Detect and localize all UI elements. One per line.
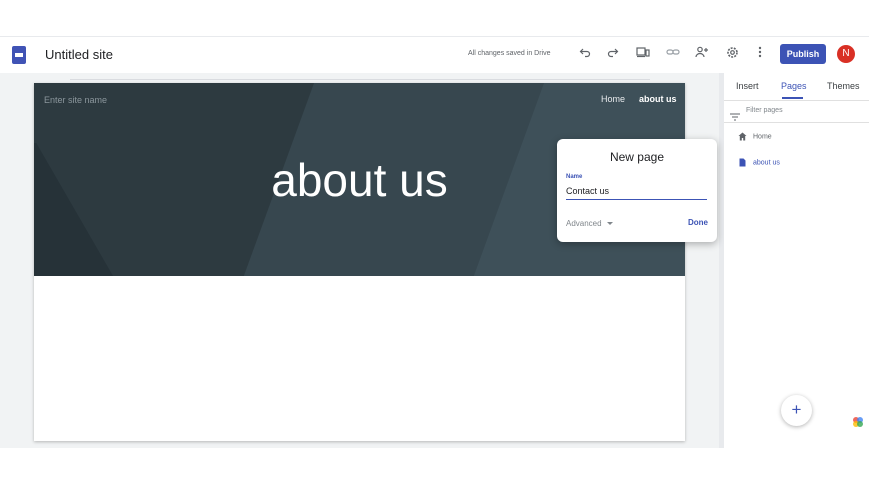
- page-item-label: Home: [753, 133, 772, 141]
- tab-themes[interactable]: Themes: [827, 81, 860, 91]
- site-page[interactable]: Enter site name Home about us about us: [34, 83, 685, 441]
- site-name-field[interactable]: Enter site name: [44, 95, 107, 105]
- side-panel: Insert Pages Themes Filter pages Home ab…: [724, 73, 869, 448]
- nav-link-about[interactable]: about us: [639, 94, 677, 104]
- gear-icon[interactable]: [724, 46, 740, 62]
- page-icon: [738, 158, 747, 167]
- plus-icon: +: [791, 400, 802, 419]
- tab-insert[interactable]: Insert: [736, 81, 759, 91]
- avatar[interactable]: N: [837, 45, 855, 63]
- done-button[interactable]: Done: [688, 218, 708, 227]
- sites-logo-icon[interactable]: [12, 46, 26, 64]
- tab-indicator: [782, 97, 803, 99]
- preview-icon[interactable]: [635, 46, 651, 62]
- filter-pages-input[interactable]: Filter pages: [746, 107, 783, 114]
- filter-icon[interactable]: [730, 108, 740, 121]
- home-icon: [738, 132, 747, 141]
- publish-button[interactable]: Publish: [780, 44, 826, 64]
- dialog-title: New page: [609, 150, 665, 164]
- undo-icon[interactable]: [577, 46, 593, 62]
- redo-icon[interactable]: [605, 46, 621, 62]
- divider: [724, 122, 869, 123]
- ruler: [70, 73, 650, 80]
- add-page-button[interactable]: +: [781, 395, 812, 426]
- page-item-home[interactable]: Home: [738, 132, 772, 141]
- page-name-input[interactable]: [566, 183, 707, 200]
- new-page-dialog: New page Name Advanced Done: [557, 139, 717, 242]
- tab-pages[interactable]: Pages: [781, 81, 807, 91]
- advanced-toggle[interactable]: Advanced: [566, 219, 613, 228]
- advanced-label: Advanced: [566, 219, 602, 228]
- editor-canvas: Enter site name Home about us about us: [0, 73, 719, 448]
- more-vert-icon[interactable]: [752, 46, 768, 62]
- page-item-about-us[interactable]: about us: [738, 158, 780, 167]
- explore-icon[interactable]: [852, 415, 864, 427]
- save-status: All changes saved in Drive: [468, 50, 551, 57]
- nav-link-home[interactable]: Home: [601, 94, 625, 104]
- panel-tabs: Insert Pages Themes: [724, 73, 869, 101]
- name-label: Name: [566, 174, 583, 180]
- page-item-label: about us: [753, 159, 780, 167]
- share-person-icon[interactable]: [694, 46, 710, 62]
- link-icon[interactable]: [665, 46, 681, 62]
- top-bar: Untitled site All changes saved in Drive…: [0, 36, 869, 74]
- site-title[interactable]: Untitled site: [45, 47, 113, 62]
- caret-down-icon: [606, 222, 613, 226]
